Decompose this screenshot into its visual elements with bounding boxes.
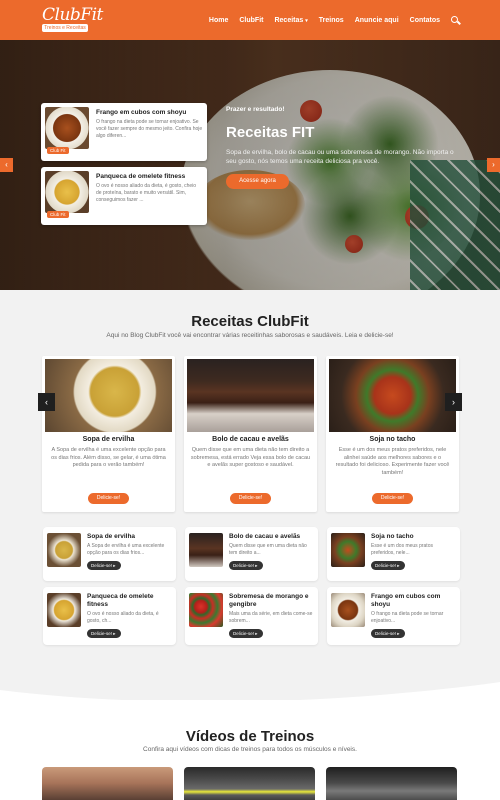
recipe-title: Soja no tacho	[371, 533, 414, 540]
recipe-button[interactable]: Delicie-se! ▸	[87, 629, 121, 638]
post-badge: Club Fit	[47, 147, 69, 154]
recipe-excerpt: Quem disse que em uma dieta não tem dire…	[229, 543, 307, 556]
recipe-button[interactable]: Delicie-se! ▸	[229, 629, 263, 638]
recipes-section-title: Receitas ClubFit	[191, 313, 309, 330]
recipe-excerpt: Mais uma da série, em dieta come-se sobr…	[229, 611, 313, 624]
hero-cta-button[interactable]: Acesse agora	[226, 174, 289, 189]
recipe-mini-card[interactable]: Bolo de cacau e avelãs Quem disse que em…	[185, 527, 318, 581]
recipe-card[interactable]: Bolo de cacau e avelãs Quem disse que em…	[184, 356, 317, 512]
recipe-title: Sopa de ervilha	[87, 533, 136, 540]
recipe-title: Frango em cubos com shoyu	[371, 593, 441, 608]
recipe-card[interactable]: Sopa de ervilha A Sopa de ervilha é uma …	[42, 356, 175, 512]
recipe-button[interactable]: Delicie-se!	[372, 493, 413, 504]
post-thumbnail	[45, 107, 89, 149]
video-thumbnail[interactable]	[184, 767, 315, 800]
recipe-title: Soja no tacho	[369, 436, 416, 443]
recipe-button[interactable]: Delicie-se!	[230, 493, 271, 504]
recipe-thumbnail	[331, 533, 365, 567]
post-excerpt: O frango na dieta pode se tornar enjoati…	[96, 119, 203, 139]
recipe-card[interactable]: Soja no tacho Esse é um dos meus pratos …	[326, 356, 459, 512]
hero-next-arrow[interactable]: ›	[487, 158, 500, 172]
logo[interactable]: ClubFit Treinos e Receitas	[42, 5, 103, 32]
post-title: Panqueca de omelete fitness	[96, 173, 186, 180]
recipe-mini-card[interactable]: Frango em cubos com shoyu O frango na di…	[327, 587, 460, 645]
nav-anuncie[interactable]: Anuncie aqui	[355, 17, 399, 24]
nav-home[interactable]: Home	[209, 17, 228, 24]
post-badge: Club Fit	[47, 211, 69, 218]
search-icon[interactable]	[451, 15, 461, 25]
chevron-down-icon: ▾	[305, 17, 308, 24]
hero-slider: Club Fit Frango em cubos com shoyu O fra…	[0, 40, 500, 290]
hero-post-list: Club Fit Frango em cubos com shoyu O fra…	[41, 103, 207, 231]
recipe-thumbnail	[331, 593, 365, 627]
recipe-mini-card[interactable]: Soja no tacho Esse é um dos meus pratos …	[327, 527, 460, 581]
recipe-mini-card[interactable]: Sopa de ervilha A Sopa de ervilha é uma …	[43, 527, 176, 581]
site-header: ClubFit Treinos e Receitas Home ClubFit …	[0, 0, 500, 40]
hero-title: Receitas FIT	[226, 124, 315, 141]
main-nav: Home ClubFit Receitas ▾ Treinos Anuncie a…	[209, 0, 461, 40]
recipe-button[interactable]: Delicie-se! ▸	[371, 629, 405, 638]
recipe-thumbnail	[189, 593, 223, 627]
recipe-excerpt: O frango na dieta pode se tornar enjoati…	[371, 611, 444, 624]
hero-text: Sopa de ervilha, bolo de cacau ou uma so…	[226, 149, 454, 165]
recipe-button[interactable]: Delicie-se! ▸	[229, 561, 263, 570]
post-thumbnail	[45, 171, 89, 213]
recipe-excerpt: O ovo é nosso aliado da dieta, é gosto, …	[87, 611, 159, 624]
nav-receitas[interactable]: Receitas ▾	[274, 17, 307, 24]
hero-post-card[interactable]: Club Fit Panqueca de omelete fitness O o…	[41, 167, 207, 225]
recipe-thumbnail	[47, 533, 81, 567]
recipe-button[interactable]: Delicie-se! ▸	[371, 561, 405, 570]
hero-prev-arrow[interactable]: ‹	[0, 158, 13, 172]
recipes-section-subtitle: Aqui no Blog ClubFit você vai encontrar …	[106, 332, 394, 339]
recipe-thumbnail	[47, 593, 81, 627]
post-excerpt: O ovo é nosso aliado da dieta, é gosto, …	[96, 183, 197, 203]
recipe-excerpt: Esse é um dos meus pratos preferidos, ne…	[371, 543, 433, 556]
recipe-mini-card[interactable]: Panqueca de omelete fitness O ovo é noss…	[43, 587, 176, 645]
recipe-excerpt: Esse é um dos meus pratos preferidos, ne…	[335, 447, 450, 476]
recipe-image	[45, 359, 172, 432]
recipe-excerpt: A Sopa de ervilha é uma excelente opção …	[87, 543, 165, 556]
nav-receitas-label: Receitas	[274, 16, 304, 24]
recipe-title: Sobremesa de morango e gengibre	[229, 593, 309, 608]
carousel-prev-arrow[interactable]: ‹	[38, 393, 55, 411]
video-thumbnail[interactable]	[42, 767, 173, 800]
videos-section-title: Vídeos de Treinos	[185, 728, 315, 745]
recipe-button[interactable]: Delicie-se!	[88, 493, 129, 504]
recipe-title: Panqueca de omelete fitness	[87, 593, 154, 608]
recipe-image	[187, 359, 314, 432]
nav-clubfit[interactable]: ClubFit	[239, 17, 263, 24]
recipe-thumbnail	[189, 533, 223, 567]
recipe-title: Sopa de ervilha	[82, 436, 135, 443]
carousel-next-arrow[interactable]: ›	[445, 393, 462, 411]
hero-post-card[interactable]: Club Fit Frango em cubos com shoyu O fra…	[41, 103, 207, 161]
nav-treinos[interactable]: Treinos	[319, 17, 344, 24]
recipe-image	[329, 359, 456, 432]
recipe-excerpt: Quem disse que em uma dieta não tem dire…	[190, 447, 311, 468]
nav-contatos[interactable]: Contatos	[410, 17, 440, 24]
logo-subtitle: Treinos e Receitas	[42, 24, 88, 32]
recipe-mini-card[interactable]: Sobremesa de morango e gengibre Mais uma…	[185, 587, 318, 645]
recipe-title: Bolo de cacau e avelãs	[229, 533, 301, 540]
videos-section-subtitle: Confira aqui vídeos com dicas de treinos…	[143, 746, 357, 753]
recipe-button[interactable]: Delicie-se! ▸	[87, 561, 121, 570]
hero-tagline: Prazer e resultado!	[226, 106, 285, 113]
recipe-title: Bolo de cacau e avelãs	[212, 436, 289, 443]
recipe-excerpt: A Sopa de ervilha é uma excelente opção …	[51, 447, 166, 468]
post-title: Frango em cubos com shoyu	[96, 109, 187, 116]
video-thumbnail[interactable]	[326, 767, 457, 800]
logo-text: ClubFit	[42, 5, 103, 25]
